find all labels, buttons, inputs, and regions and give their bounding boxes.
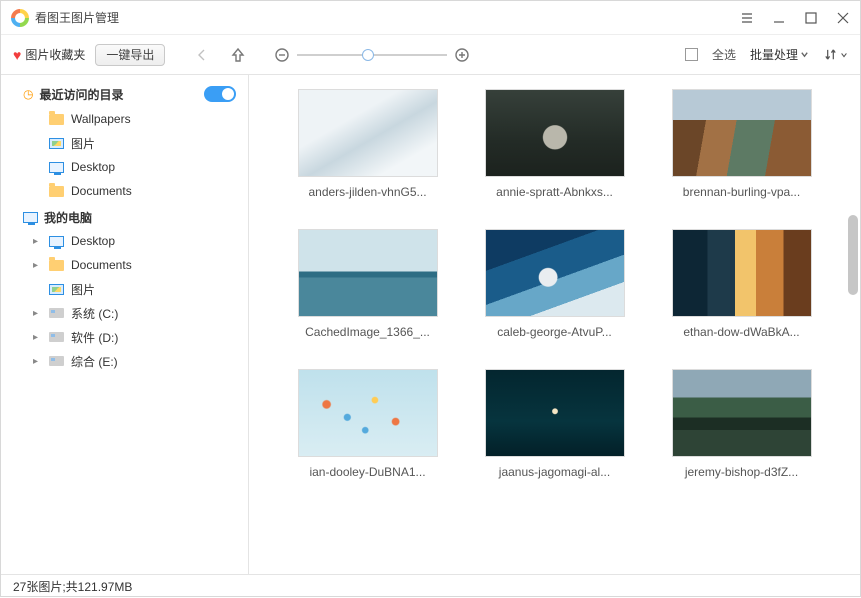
zoom-out-button[interactable] bbox=[271, 44, 293, 66]
sidebar-item-label: Desktop bbox=[71, 234, 115, 248]
computer-header[interactable]: 我的电脑 bbox=[1, 203, 248, 229]
zoom-slider-thumb[interactable] bbox=[362, 49, 374, 61]
titlebar: 看图王图片管理 bbox=[1, 1, 860, 35]
expand-icon[interactable]: ▸ bbox=[33, 260, 45, 271]
sidebar-item[interactable]: ▸ Desktop bbox=[1, 229, 248, 253]
sidebar-item-label: 综合 (E:) bbox=[71, 353, 118, 370]
thumbnail-caption: jeremy-bishop-d3fZ... bbox=[662, 465, 822, 479]
thumbnail-image bbox=[672, 369, 812, 457]
thumbnail-image bbox=[672, 229, 812, 317]
hamburger-icon[interactable] bbox=[740, 11, 754, 25]
sidebar-item-label: 图片 bbox=[71, 135, 95, 152]
sidebar-item[interactable]: Documents bbox=[1, 179, 248, 203]
thumbnail-cell[interactable]: ian-dooley-DuBNA1... bbox=[279, 369, 456, 479]
sidebar-item-label: Documents bbox=[71, 258, 132, 272]
maximize-button[interactable] bbox=[804, 11, 818, 25]
sidebar: ◷ 最近访问的目录 Wallpapers 图片 Desktop Documents 我… bbox=[1, 75, 249, 574]
sidebar-item-label: Desktop bbox=[71, 160, 115, 174]
sidebar-item[interactable]: ▸ 系统 (C:) bbox=[1, 301, 248, 325]
thumbnail-caption: brennan-burling-vpa... bbox=[662, 185, 822, 199]
thumbnail-caption: caleb-george-AtvuP... bbox=[475, 325, 635, 339]
thumbnail-cell[interactable]: jeremy-bishop-d3fZ... bbox=[653, 369, 830, 479]
recent-toggle[interactable] bbox=[204, 86, 236, 102]
thumbnail-caption: jaanus-jagomagi-al... bbox=[475, 465, 635, 479]
sidebar-item[interactable]: ▸ 综合 (E:) bbox=[1, 349, 248, 373]
folder-icon bbox=[49, 260, 64, 271]
folder-icon bbox=[49, 186, 64, 197]
sidebar-item[interactable]: 图片 bbox=[1, 277, 248, 301]
app-icon bbox=[11, 9, 29, 27]
batch-dropdown[interactable]: 批量处理 bbox=[750, 46, 809, 63]
toolbar: ♥ 图片收藏夹 一键导出 全选 批量处理 bbox=[1, 35, 860, 75]
heart-icon: ♥ bbox=[13, 47, 21, 63]
clock-icon: ◷ bbox=[23, 87, 33, 101]
thumbnail-image bbox=[298, 369, 438, 457]
sidebar-item-label: 系统 (C:) bbox=[71, 305, 118, 322]
computer-label: 我的电脑 bbox=[44, 209, 92, 226]
sidebar-item-label: Documents bbox=[71, 184, 132, 198]
disk-icon bbox=[49, 332, 64, 342]
up-button[interactable] bbox=[227, 44, 249, 66]
close-button[interactable] bbox=[836, 11, 850, 25]
favorites-label: 图片收藏夹 bbox=[25, 46, 85, 63]
thumbnail-cell[interactable]: jaanus-jagomagi-al... bbox=[466, 369, 643, 479]
expand-icon[interactable]: ▸ bbox=[33, 308, 45, 319]
thumbnail-cell[interactable]: annie-spratt-Abnkxs... bbox=[466, 89, 643, 199]
recent-label: 最近访问的目录 bbox=[39, 86, 204, 103]
thumbnail-caption: anders-jilden-vhnG5... bbox=[288, 185, 448, 199]
disk-icon bbox=[49, 356, 64, 366]
disk-icon bbox=[49, 308, 64, 318]
sidebar-item[interactable]: Wallpapers bbox=[1, 107, 248, 131]
thumbnail-image bbox=[672, 89, 812, 177]
picture-icon bbox=[49, 284, 64, 295]
window-title: 看图王图片管理 bbox=[35, 9, 740, 26]
back-button[interactable] bbox=[191, 44, 213, 66]
recent-header: ◷ 最近访问的目录 bbox=[1, 81, 248, 107]
sidebar-item[interactable]: ▸ 软件 (D:) bbox=[1, 325, 248, 349]
picture-icon bbox=[49, 138, 64, 149]
thumbnail-caption: CachedImage_1366_... bbox=[288, 325, 448, 339]
scrollbar-thumb[interactable] bbox=[848, 215, 858, 295]
thumbnail-caption: annie-spratt-Abnkxs... bbox=[475, 185, 635, 199]
status-bar: 27张图片;共121.97MB bbox=[1, 574, 860, 598]
thumbnail-image bbox=[485, 89, 625, 177]
minimize-button[interactable] bbox=[772, 11, 786, 25]
sidebar-item[interactable]: 图片 bbox=[1, 131, 248, 155]
expand-icon[interactable]: ▸ bbox=[33, 236, 45, 247]
computer-icon bbox=[23, 212, 38, 223]
zoom-in-button[interactable] bbox=[451, 44, 473, 66]
thumbnail-cell[interactable]: caleb-george-AtvuP... bbox=[466, 229, 643, 339]
select-all-label: 全选 bbox=[712, 46, 736, 63]
favorites-button[interactable]: ♥ 图片收藏夹 bbox=[13, 46, 85, 63]
sidebar-item-label: 图片 bbox=[71, 281, 95, 298]
thumbnail-cell[interactable]: ethan-dow-dWaBkA... bbox=[653, 229, 830, 339]
export-button[interactable]: 一键导出 bbox=[95, 44, 165, 66]
thumbnail-image bbox=[485, 229, 625, 317]
thumbnail-cell[interactable]: CachedImage_1366_... bbox=[279, 229, 456, 339]
thumbnail-caption: ethan-dow-dWaBkA... bbox=[662, 325, 822, 339]
status-text: 27张图片;共121.97MB bbox=[13, 578, 132, 595]
screen-icon bbox=[49, 162, 64, 173]
folder-icon bbox=[49, 114, 64, 125]
thumbnail-area: anders-jilden-vhnG5... annie-spratt-Abnkx… bbox=[249, 75, 860, 574]
thumbnail-cell[interactable]: anders-jilden-vhnG5... bbox=[279, 89, 456, 199]
zoom-slider[interactable] bbox=[297, 54, 447, 56]
thumbnail-caption: ian-dooley-DuBNA1... bbox=[288, 465, 448, 479]
sort-dropdown[interactable] bbox=[823, 47, 848, 62]
screen-icon bbox=[49, 236, 64, 247]
thumbnail-image bbox=[485, 369, 625, 457]
expand-icon[interactable]: ▸ bbox=[33, 356, 45, 367]
select-all-checkbox[interactable] bbox=[685, 48, 698, 61]
sidebar-item[interactable]: ▸ Documents bbox=[1, 253, 248, 277]
expand-icon[interactable]: ▸ bbox=[33, 332, 45, 343]
sidebar-item[interactable]: Desktop bbox=[1, 155, 248, 179]
sidebar-item-label: Wallpapers bbox=[71, 112, 131, 126]
thumbnail-image bbox=[298, 89, 438, 177]
sidebar-item-label: 软件 (D:) bbox=[71, 329, 118, 346]
thumbnail-cell[interactable]: brennan-burling-vpa... bbox=[653, 89, 830, 199]
thumbnail-image bbox=[298, 229, 438, 317]
